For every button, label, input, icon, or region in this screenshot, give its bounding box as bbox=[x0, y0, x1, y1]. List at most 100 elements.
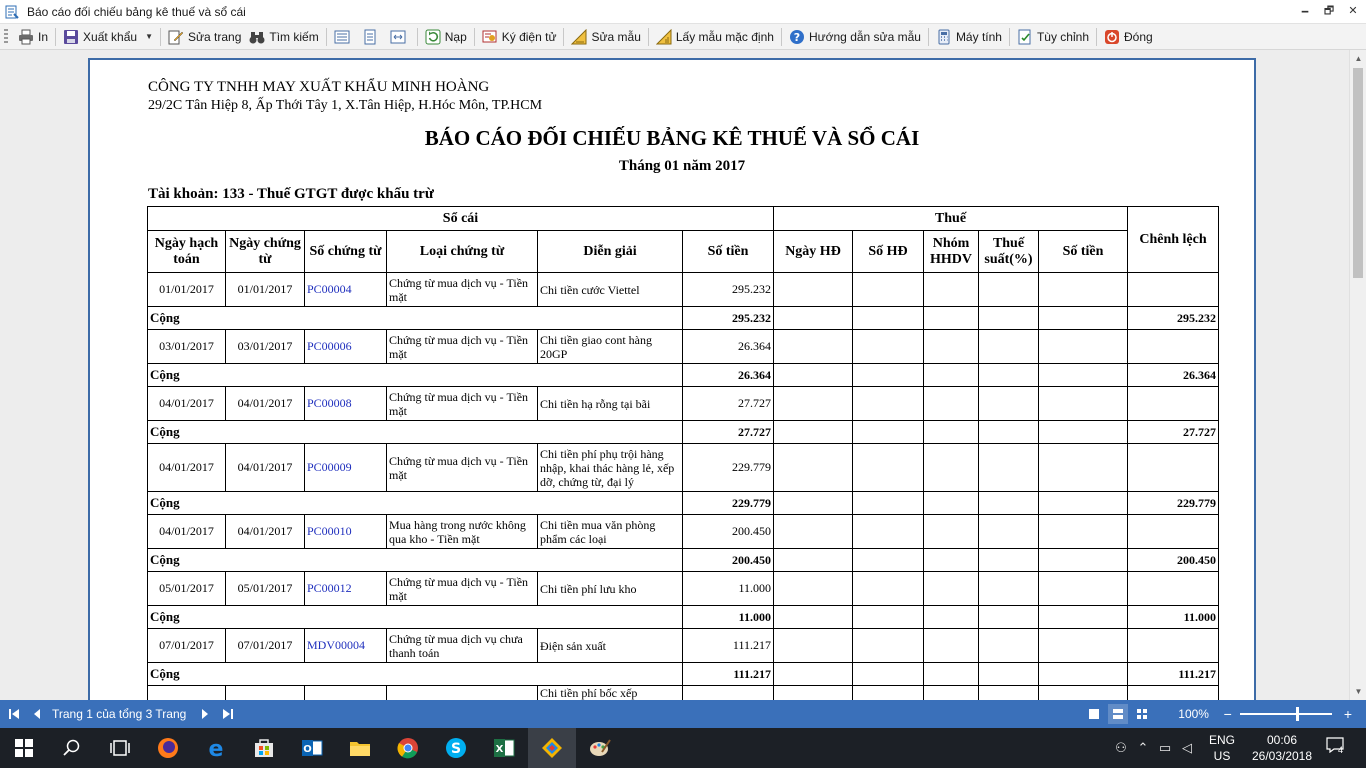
previous-page-icon[interactable] bbox=[32, 708, 42, 720]
edit-template-button[interactable]: Sửa mẫu bbox=[567, 26, 644, 48]
cell-dien-giai: Chi tiền phí lưu kho bbox=[537, 571, 683, 606]
table-row: 04/01/2017 04/01/2017 PC00009 Chứng từ mua … bbox=[147, 443, 1219, 492]
zoom-out-button[interactable]: − bbox=[1224, 706, 1232, 722]
total-so-tien: 111.217 bbox=[682, 662, 774, 686]
cell-ngay-hach-toan: 05/01/2017 bbox=[147, 571, 226, 606]
total-label: Cộng bbox=[147, 363, 683, 387]
zoom-slider-thumb[interactable] bbox=[1295, 707, 1299, 721]
total-so-hd bbox=[852, 491, 924, 515]
cell-so-hd bbox=[852, 443, 924, 492]
skype-app[interactable]: S bbox=[432, 728, 480, 768]
last-page-icon[interactable] bbox=[222, 708, 234, 720]
chevron-up-icon[interactable]: ⌃ bbox=[1132, 741, 1154, 756]
vertical-scrollbar[interactable]: ▲ ▼ bbox=[1349, 50, 1366, 700]
maximize-button[interactable]: 🗗 bbox=[1322, 4, 1336, 18]
report-viewer[interactable]: CÔNG TY TNHH MAY XUẤT KHẨU MINH HOÀNG 29… bbox=[0, 50, 1349, 700]
firefox-app[interactable] bbox=[144, 728, 192, 768]
total-ngay-hd bbox=[773, 662, 853, 686]
cell-chenh-lech bbox=[1127, 386, 1219, 421]
language-indicator[interactable]: ENG US bbox=[1204, 732, 1240, 764]
toolbar-grip bbox=[4, 28, 8, 45]
fit-page-button[interactable] bbox=[386, 26, 414, 48]
close-report-button[interactable]: Đóng bbox=[1100, 26, 1157, 48]
total-label: Cộng bbox=[147, 420, 683, 444]
store-app[interactable] bbox=[240, 728, 288, 768]
windows-start-button[interactable] bbox=[0, 728, 48, 768]
header-so-cai: Sổ cái bbox=[147, 206, 774, 231]
chevron-down-icon[interactable]: ▼ bbox=[145, 32, 153, 41]
scroll-down-icon[interactable]: ▼ bbox=[1350, 683, 1366, 700]
edit-page-button[interactable]: Sửa trang bbox=[164, 26, 245, 48]
minimize-button[interactable]: 🗕 bbox=[1298, 4, 1312, 18]
single-page-button[interactable] bbox=[358, 26, 386, 48]
cell-loai-chung-tu: Chứng từ mua dịch vụ - Tiền mặt bbox=[386, 443, 538, 492]
misa-app[interactable] bbox=[528, 728, 576, 768]
total-thue-suat bbox=[978, 363, 1039, 387]
total-so-hd bbox=[852, 605, 924, 629]
document-link[interactable]: PC00006 bbox=[304, 329, 387, 364]
total-so-tien-thue bbox=[1038, 662, 1128, 686]
print-button[interactable]: In bbox=[14, 26, 52, 48]
export-button[interactable]: Xuất khẩu ▼ bbox=[59, 26, 157, 48]
cell-dien-giai: Chi tiền giao cont hàng 20GP bbox=[537, 329, 683, 364]
default-template-button[interactable]: Lấy mẫu mặc định bbox=[652, 26, 778, 48]
zoom-in-button[interactable]: + bbox=[1344, 706, 1352, 722]
load-button[interactable]: Nạp bbox=[421, 26, 471, 48]
header-so-hd: Số HĐ bbox=[852, 230, 924, 273]
single-page-view-button[interactable] bbox=[1084, 704, 1104, 724]
close-label: Đóng bbox=[1124, 29, 1153, 44]
cell-nhom-hhdv bbox=[923, 514, 979, 549]
template-guide-button[interactable]: ? Hướng dẫn sửa mẫu bbox=[785, 26, 925, 48]
excel-app[interactable]: X bbox=[480, 728, 528, 768]
scroll-up-icon[interactable]: ▲ bbox=[1350, 50, 1366, 67]
svg-text:?: ? bbox=[794, 31, 800, 44]
calculator-button[interactable]: Máy tính bbox=[932, 26, 1006, 48]
multi-page-view-button[interactable] bbox=[1132, 704, 1152, 724]
file-explorer-app[interactable] bbox=[336, 728, 384, 768]
search-button[interactable]: Tìm kiếm bbox=[245, 26, 322, 48]
document-link[interactable]: PC00008 bbox=[304, 386, 387, 421]
refresh-icon bbox=[425, 29, 441, 44]
document-link[interactable]: MDV00004 bbox=[304, 628, 387, 663]
people-icon[interactable]: ⚇ bbox=[1110, 741, 1132, 756]
zoom-slider[interactable] bbox=[1239, 707, 1332, 721]
toolbar-separator bbox=[647, 27, 649, 46]
volume-icon[interactable]: ◁ bbox=[1176, 741, 1198, 756]
total-so-tien: 27.727 bbox=[682, 420, 774, 444]
total-so-tien-thue bbox=[1038, 363, 1128, 387]
taskbar-search-button[interactable] bbox=[48, 728, 96, 768]
first-page-icon[interactable] bbox=[8, 708, 20, 720]
total-so-tien: 11.000 bbox=[682, 605, 774, 629]
continuous-view-button[interactable] bbox=[1107, 704, 1128, 724]
document-link[interactable]: PC00010 bbox=[304, 514, 387, 549]
document-link[interactable]: PC00004 bbox=[304, 272, 387, 307]
action-center-button[interactable]: 4 bbox=[1326, 737, 1358, 759]
customize-button[interactable]: Tùy chỉnh bbox=[1013, 26, 1093, 48]
clock[interactable]: 00:06 26/03/2018 bbox=[1246, 732, 1318, 764]
help-icon: ? bbox=[789, 29, 804, 44]
toolbar-separator bbox=[55, 27, 57, 46]
document-link[interactable]: PC00009 bbox=[304, 443, 387, 492]
cell-thue-suat bbox=[978, 329, 1039, 364]
next-page-icon[interactable] bbox=[200, 708, 210, 720]
cell-ngay-chung-tu: 03/01/2017 bbox=[225, 329, 305, 364]
scroll-thumb[interactable] bbox=[1353, 68, 1363, 278]
continuous-view-icon bbox=[1112, 709, 1123, 719]
cell-thue-suat bbox=[978, 628, 1039, 663]
chrome-app[interactable] bbox=[384, 728, 432, 768]
header-ngay-chung-tu: Ngày chứng từ bbox=[225, 230, 305, 273]
task-view-button[interactable] bbox=[96, 728, 144, 768]
page-view-icon bbox=[334, 30, 350, 43]
e-sign-button[interactable]: Ký điện tử bbox=[478, 26, 561, 48]
paint-app[interactable] bbox=[576, 728, 624, 768]
single-page-view-icon bbox=[1088, 709, 1099, 719]
edge-app[interactable]: e bbox=[192, 728, 240, 768]
chrome-icon bbox=[397, 738, 418, 759]
close-window-button[interactable]: ✕ bbox=[1346, 4, 1360, 18]
document-link[interactable]: PC00012 bbox=[304, 571, 387, 606]
partial-cell bbox=[682, 685, 774, 700]
page-view-button[interactable] bbox=[330, 26, 358, 48]
outlook-app[interactable]: O bbox=[288, 728, 336, 768]
network-icon[interactable]: ▭ bbox=[1154, 741, 1176, 756]
cell-ngay-hach-toan: 04/01/2017 bbox=[147, 514, 226, 549]
